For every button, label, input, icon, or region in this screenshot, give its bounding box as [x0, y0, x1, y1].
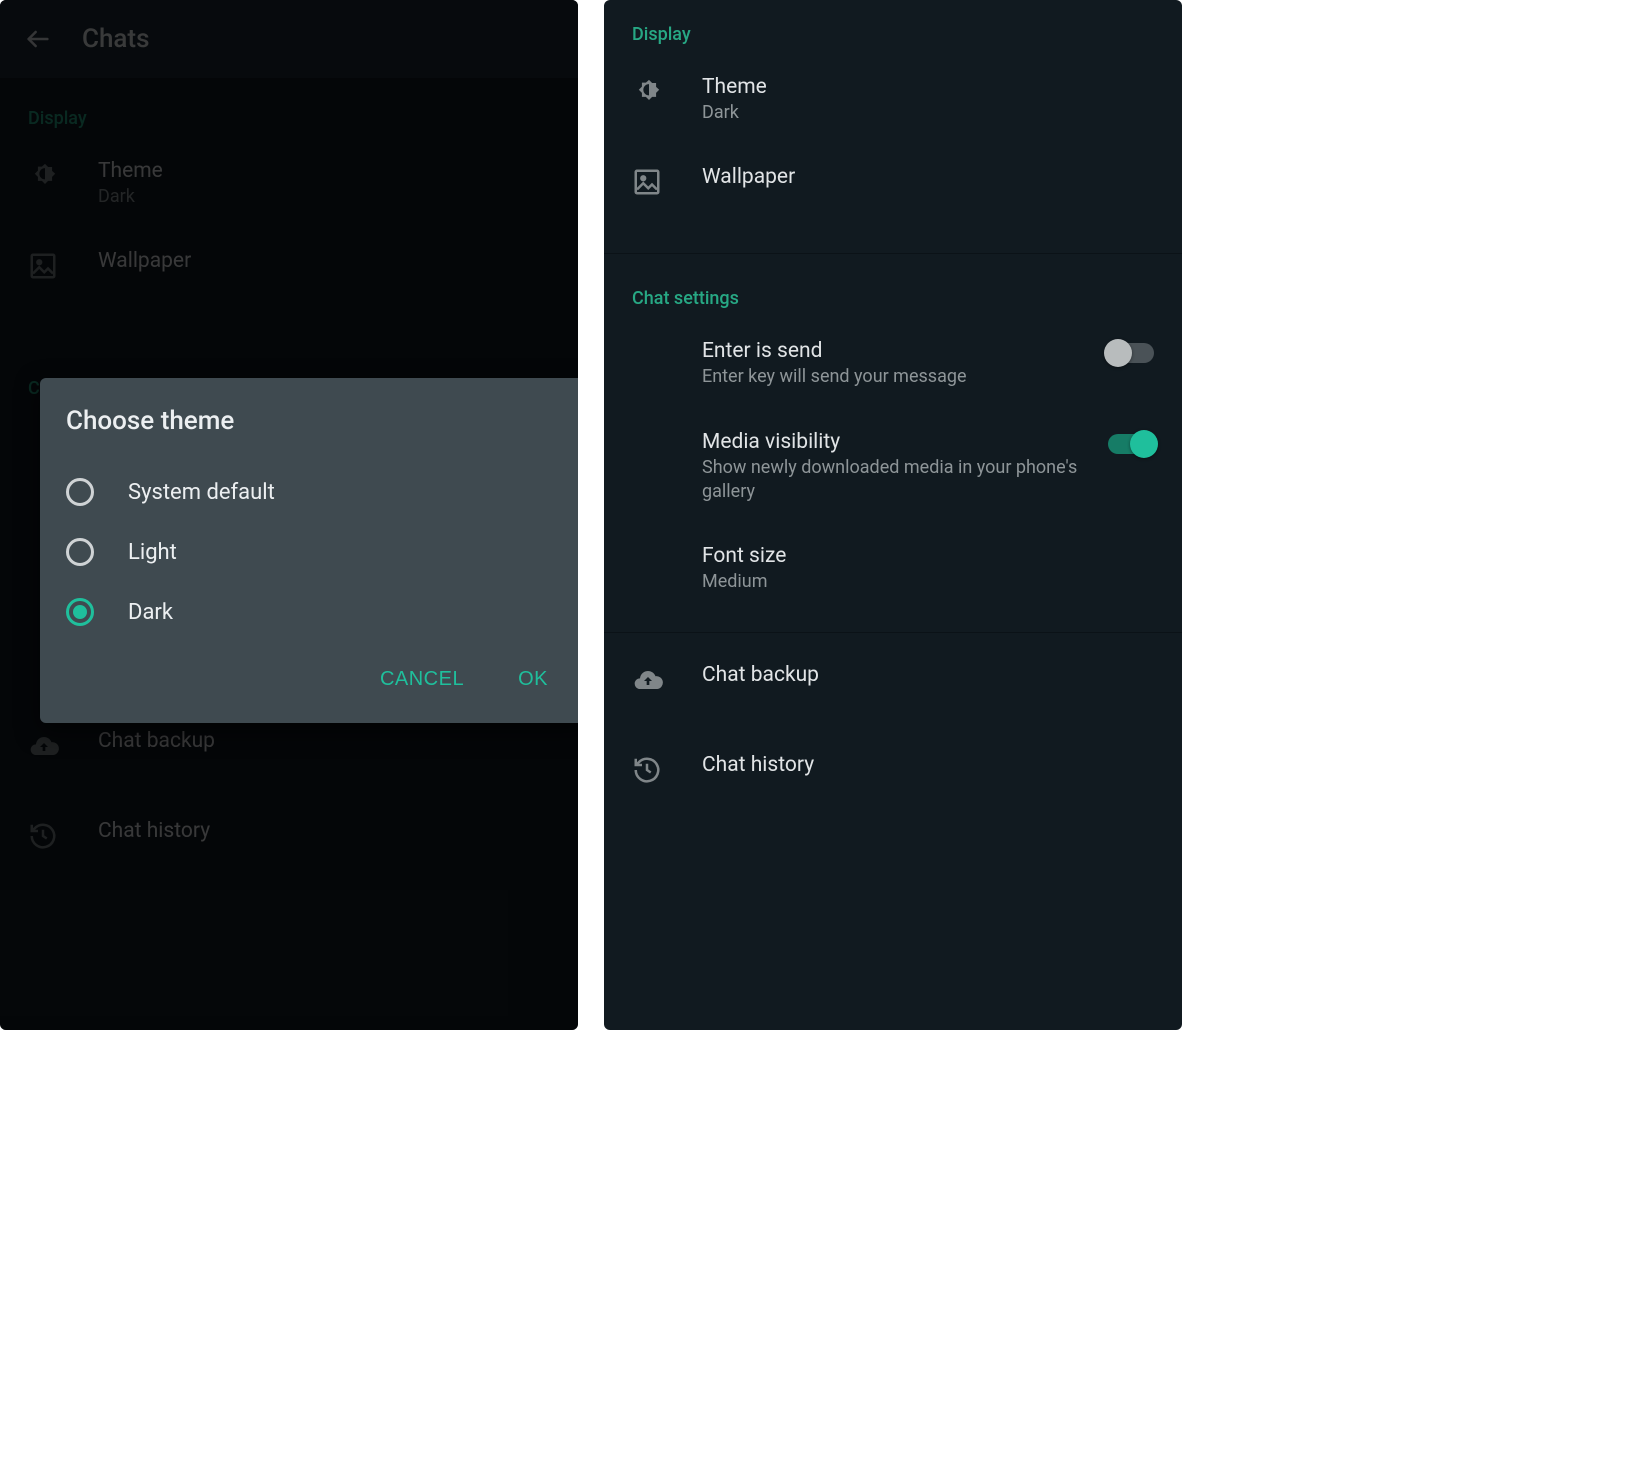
chat-history-row[interactable]: Chat history	[604, 733, 1182, 823]
section-chat-settings: Chat settings	[604, 264, 1182, 319]
radio-icon	[66, 598, 94, 626]
media-visibility-subtitle: Show newly downloaded media in your phon…	[702, 456, 1092, 505]
theme-value: Dark	[702, 101, 1154, 125]
radio-icon	[66, 538, 94, 566]
brightness-icon	[632, 75, 702, 111]
ok-button[interactable]: OK	[510, 662, 556, 697]
radio-label: Dark	[128, 600, 173, 625]
font-size-title: Font size	[702, 544, 1154, 568]
radio-dark[interactable]: Dark	[66, 582, 564, 642]
cloud-upload-icon	[632, 663, 702, 697]
theme-row[interactable]: Theme Dark	[604, 55, 1182, 145]
divider	[604, 632, 1182, 633]
font-size-value: Medium	[702, 570, 1154, 594]
wallpaper-row[interactable]: Wallpaper	[604, 145, 1182, 235]
radio-system-default[interactable]: System default	[66, 462, 564, 522]
enter-is-send-toggle[interactable]	[1108, 343, 1154, 363]
choose-theme-dialog: Choose theme System default Light Dark C…	[40, 378, 578, 723]
font-size-row[interactable]: Font size Medium	[604, 524, 1182, 614]
left-screenshot: Chats Display Theme Dark Wallpaper	[0, 0, 578, 1030]
chats-settings-screen: Display Theme Dark Wallpaper Ch	[604, 0, 1182, 1030]
dialog-title: Choose theme	[66, 406, 564, 436]
chat-backup-row[interactable]: Chat backup	[604, 643, 1182, 733]
media-visibility-row[interactable]: Media visibility Show newly downloaded m…	[604, 410, 1182, 525]
theme-title: Theme	[702, 75, 1154, 99]
chat-backup-title: Chat backup	[702, 663, 1154, 687]
divider	[604, 253, 1182, 254]
wallpaper-icon	[632, 165, 702, 197]
media-visibility-toggle[interactable]	[1108, 434, 1154, 454]
radio-icon	[66, 478, 94, 506]
right-screenshot: Display Theme Dark Wallpaper Ch	[604, 0, 1182, 1030]
history-icon	[632, 753, 702, 785]
wallpaper-title: Wallpaper	[702, 165, 1154, 189]
media-visibility-title: Media visibility	[702, 430, 1092, 454]
chat-history-title: Chat history	[702, 753, 1154, 777]
radio-light[interactable]: Light	[66, 522, 564, 582]
radio-label: System default	[128, 480, 275, 505]
enter-is-send-subtitle: Enter key will send your message	[702, 365, 1092, 389]
enter-is-send-row[interactable]: Enter is send Enter key will send your m…	[604, 319, 1182, 409]
cancel-button[interactable]: CANCEL	[372, 662, 472, 697]
radio-label: Light	[128, 540, 177, 565]
section-display: Display	[604, 0, 1182, 55]
enter-is-send-title: Enter is send	[702, 339, 1092, 363]
